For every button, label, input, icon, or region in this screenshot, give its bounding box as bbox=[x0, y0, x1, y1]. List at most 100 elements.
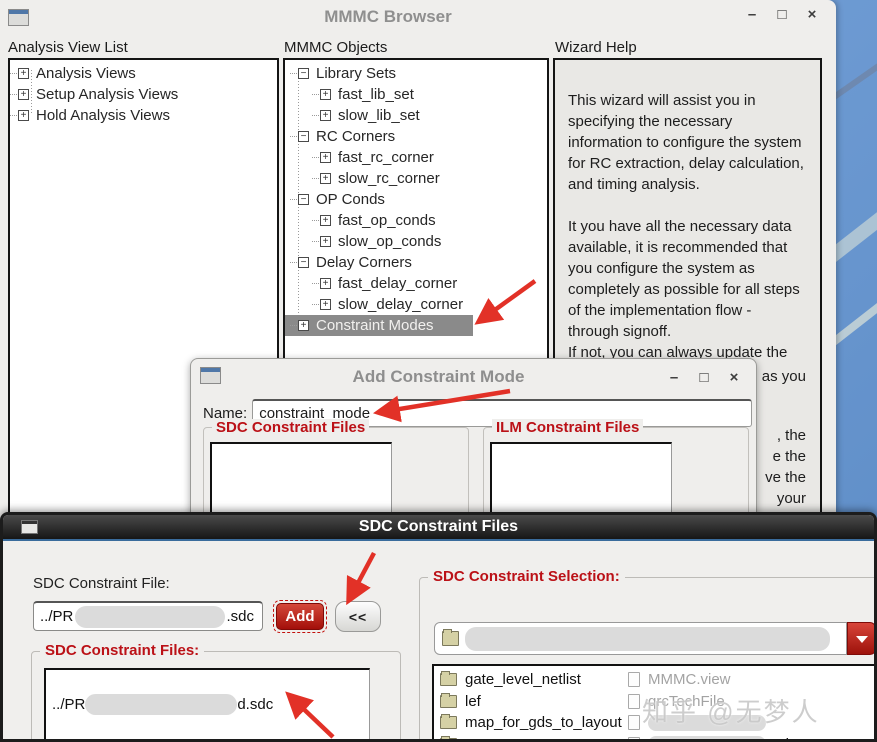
minimize-button[interactable]: – bbox=[744, 6, 760, 23]
tree-item-label[interactable]: Setup Analysis Views bbox=[36, 86, 178, 103]
tree-item-label[interactable]: RC Corners bbox=[316, 128, 395, 145]
tree-item-label[interactable]: fast_delay_corner bbox=[338, 275, 457, 292]
tree-item-op-conds[interactable]: − OP Conds bbox=[285, 189, 547, 210]
expand-toggle-icon[interactable]: + bbox=[320, 89, 331, 100]
tree-item-fast-op-conds[interactable]: + fast_op_conds bbox=[285, 210, 547, 231]
tree-item-label[interactable]: Hold Analysis Views bbox=[36, 107, 170, 124]
collapse-toggle-icon[interactable]: − bbox=[298, 194, 309, 205]
expand-toggle-icon[interactable]: + bbox=[18, 89, 29, 100]
list-item[interactable]: ../PR d.sdc bbox=[52, 694, 369, 715]
tree-item-constraint-modes[interactable]: + Constraint Modes bbox=[285, 315, 473, 336]
tree-item-label[interactable]: slow_op_conds bbox=[338, 233, 441, 250]
sdc-constraint-file-input[interactable]: ../PR .sdc bbox=[33, 601, 263, 631]
analysis-view-list-header: Analysis View List bbox=[8, 39, 128, 56]
tree-item-label[interactable]: slow_rc_corner bbox=[338, 170, 440, 187]
expand-toggle-icon[interactable]: + bbox=[18, 68, 29, 79]
folder-icon bbox=[440, 735, 457, 739]
expand-toggle-icon[interactable]: + bbox=[320, 236, 331, 247]
censored-filename bbox=[648, 736, 766, 739]
tree-connector bbox=[312, 94, 319, 95]
group-label: ILM Constraint Files bbox=[492, 419, 644, 436]
file-row-MMMC.view[interactable]: MMMC.view bbox=[628, 669, 797, 691]
help-paragraph: It you have all the necessary data avail… bbox=[568, 218, 800, 361]
help-text-fragment: your bbox=[776, 490, 806, 507]
tree-item-delay-corners[interactable]: − Delay Corners bbox=[285, 252, 547, 273]
expand-toggle-icon[interactable]: + bbox=[298, 320, 309, 331]
add-button[interactable]: Add bbox=[276, 603, 324, 630]
file-icon bbox=[628, 715, 640, 731]
folder-name[interactable]: gate_level_netlist bbox=[465, 671, 581, 688]
censored-path bbox=[85, 694, 238, 715]
maximize-button[interactable]: □ bbox=[774, 6, 790, 23]
folder-name[interactable]: map_for_gds_to_layout bbox=[465, 714, 622, 731]
expand-toggle-icon[interactable]: + bbox=[320, 110, 331, 121]
file-row[interactable] bbox=[628, 712, 797, 734]
close-button[interactable]: × bbox=[726, 369, 742, 386]
tree-item-setup-analysis-views[interactable]: + Setup Analysis Views bbox=[10, 84, 277, 105]
tree-item-label[interactable]: fast_rc_corner bbox=[338, 149, 434, 166]
tree-item-fast-lib-set[interactable]: + fast_lib_set bbox=[285, 84, 547, 105]
combo-dropdown-button[interactable] bbox=[847, 622, 874, 655]
collapse-toggle-icon[interactable]: − bbox=[298, 257, 309, 268]
file-name[interactable]: MMMC.view bbox=[648, 671, 731, 688]
folder-icon bbox=[440, 714, 457, 730]
close-button[interactable]: × bbox=[804, 6, 820, 23]
maximize-button[interactable]: □ bbox=[696, 369, 712, 386]
folder-row-map_for_gds_to_layout[interactable]: map_for_gds_to_layout bbox=[440, 712, 624, 734]
wizard-help-text: This wizard will assist you in specifyin… bbox=[555, 60, 820, 363]
minimize-button[interactable]: – bbox=[666, 369, 682, 386]
file-row-qrcTechFile[interactable]: qrcTechFile bbox=[628, 691, 797, 713]
expand-toggle-icon[interactable]: + bbox=[320, 152, 331, 163]
tree-item-label[interactable]: fast_op_conds bbox=[338, 212, 436, 229]
tree-item-label[interactable]: fast_lib_set bbox=[338, 86, 414, 103]
group-label: SDC Constraint Selection: bbox=[428, 568, 625, 585]
tree-item-label[interactable]: Analysis Views bbox=[36, 65, 136, 82]
file-browser-list[interactable]: gate_level_netlistlef map_for_gds_to_layo… bbox=[432, 664, 874, 739]
tree-item-label[interactable]: Library Sets bbox=[316, 65, 396, 82]
tree-item-fast-delay-corner[interactable]: + fast_delay_corner bbox=[285, 273, 547, 294]
tree-item-slow-op-conds[interactable]: + slow_op_conds bbox=[285, 231, 547, 252]
tree-item-slow-rc-corner[interactable]: + slow_rc_corner bbox=[285, 168, 547, 189]
expand-toggle-icon[interactable]: + bbox=[320, 278, 331, 289]
sdc-titlebar[interactable]: SDC Constraint Files bbox=[3, 515, 874, 541]
file-name[interactable]: qrcTechFile bbox=[648, 693, 725, 710]
mmmc-objects-tree: − Library Sets + fast_lib_set + slow_lib_set −… bbox=[285, 60, 547, 336]
ilm-constraint-files-listbox[interactable] bbox=[490, 442, 672, 514]
tree-item-rc-corners[interactable]: − RC Corners bbox=[285, 126, 547, 147]
tree-item-label[interactable]: slow_delay_corner bbox=[338, 296, 463, 313]
tree-item-label[interactable]: OP Conds bbox=[316, 191, 385, 208]
collapse-toggle-icon[interactable]: − bbox=[298, 131, 309, 142]
folder-name[interactable]: nanoroute_tmp_Eq4Spr bbox=[465, 736, 624, 739]
folder-name[interactable]: lef bbox=[465, 693, 481, 710]
tree-connector bbox=[10, 94, 17, 95]
expand-toggle-icon[interactable]: + bbox=[320, 299, 331, 310]
folder-icon bbox=[440, 671, 457, 687]
folder-row-lef[interactable]: lef bbox=[440, 691, 624, 713]
tree-item-hold-analysis-views[interactable]: + Hold Analysis Views bbox=[10, 105, 277, 126]
tree-connector bbox=[312, 304, 319, 305]
file-row[interactable]: .sdc bbox=[628, 734, 797, 739]
tree-item-label[interactable]: slow_lib_set bbox=[338, 107, 420, 124]
tree-item-slow-delay-corner[interactable]: + slow_delay_corner bbox=[285, 294, 547, 315]
directory-path-combo[interactable] bbox=[434, 622, 847, 655]
censored-path bbox=[75, 605, 226, 628]
expand-toggle-icon[interactable]: + bbox=[18, 110, 29, 121]
sdc-constraint-files-list[interactable]: ../PR d.sdc bbox=[44, 668, 370, 739]
tree-item-slow-lib-set[interactable]: + slow_lib_set bbox=[285, 105, 547, 126]
folder-row-gate_level_netlist[interactable]: gate_level_netlist bbox=[440, 669, 624, 691]
expand-toggle-icon[interactable]: + bbox=[320, 173, 331, 184]
tree-connector bbox=[290, 73, 297, 74]
tree-item-label[interactable]: Constraint Modes bbox=[316, 317, 434, 334]
collapse-toggle-icon[interactable]: − bbox=[298, 68, 309, 79]
tree-item-library-sets[interactable]: − Library Sets bbox=[285, 63, 547, 84]
folder-row-nanoroute_tmp_Eq4Spr[interactable]: nanoroute_tmp_Eq4Spr bbox=[440, 734, 624, 739]
expand-toggle-icon[interactable]: + bbox=[320, 215, 331, 226]
tree-item-label[interactable]: Delay Corners bbox=[316, 254, 412, 271]
tree-item-analysis-views[interactable]: + Analysis Views bbox=[10, 63, 277, 84]
sdc-constraint-files-group: SDC Constraint Files: ../PR d.sdc bbox=[31, 642, 401, 739]
tree-item-fast-rc-corner[interactable]: + fast_rc_corner bbox=[285, 147, 547, 168]
mmmc-titlebar[interactable]: MMMC Browser – □ × bbox=[0, 0, 836, 34]
sdc-constraint-selection-group: SDC Constraint Selection: gate_level_net… bbox=[419, 568, 874, 739]
sdc-constraint-files-listbox[interactable] bbox=[210, 442, 392, 514]
collapse-button[interactable]: << bbox=[335, 601, 381, 632]
